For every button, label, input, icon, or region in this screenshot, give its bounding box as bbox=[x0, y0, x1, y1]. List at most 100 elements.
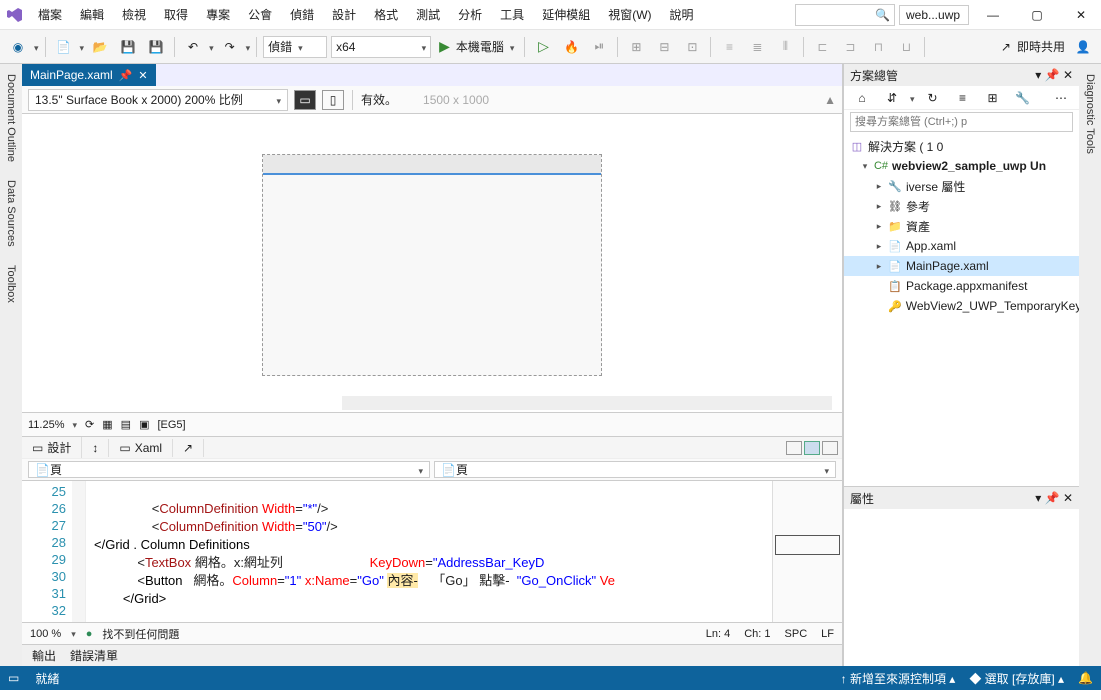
code-editor[interactable]: 2526272829303132 <ColumnDefinition Width… bbox=[22, 480, 842, 622]
minimap[interactable] bbox=[772, 481, 842, 622]
properties-header[interactable]: 屬性 ▾ 📌 ✕ bbox=[844, 487, 1079, 509]
close-panel-icon[interactable]: ✕ bbox=[1063, 491, 1073, 505]
solution-tree[interactable]: ◫解決方案 ( 1 0 ▾C#webview2_sample_uwp Un ▸🔧… bbox=[844, 134, 1079, 486]
chevron-right-icon[interactable]: ▸ bbox=[874, 181, 884, 192]
chevron-right-icon[interactable]: ▸ bbox=[874, 241, 884, 252]
layout-horizontal-button[interactable] bbox=[804, 441, 820, 455]
nav-left-dropdown[interactable]: 📄 頁 bbox=[28, 461, 430, 478]
grid-b-icon[interactable]: ▤ bbox=[121, 418, 131, 431]
menu-help[interactable]: 說明 bbox=[662, 2, 702, 27]
align-c-button[interactable]: ⫴ bbox=[773, 35, 797, 59]
minimap-viewport[interactable] bbox=[775, 535, 840, 555]
document-tab-mainpage[interactable]: MainPage.xaml 📌 ✕ bbox=[22, 64, 156, 86]
sync-icon[interactable]: ⇵ bbox=[880, 86, 904, 110]
device-dropdown[interactable]: 13.5" Surface Book x 2000) 200% 比例 bbox=[28, 89, 288, 111]
canvas-hscrollbar[interactable] bbox=[342, 396, 832, 410]
menu-edit[interactable]: 編輯 bbox=[72, 2, 112, 27]
chevron-down-icon[interactable]: ▾ bbox=[860, 161, 870, 172]
design-canvas[interactable] bbox=[22, 114, 842, 412]
layout-d-button[interactable]: ⊔ bbox=[894, 35, 918, 59]
add-source-control-button[interactable]: ↑ 新增至來源控制項 ▴ bbox=[841, 670, 956, 687]
ch-label[interactable]: Ch: 1 bbox=[744, 628, 770, 640]
select-repo-button[interactable]: ◆ 選取 [存放庫] ▴ bbox=[969, 670, 1064, 687]
live-share-button[interactable]: 即時共用 bbox=[1017, 38, 1065, 55]
tool-c-button[interactable]: ⊡ bbox=[680, 35, 704, 59]
menu-window[interactable]: 視窗(W) bbox=[600, 2, 659, 27]
dropdown-icon[interactable]: ▾ bbox=[1035, 68, 1041, 82]
tree-project[interactable]: ▾C#webview2_sample_uwp Un bbox=[844, 156, 1079, 176]
spc-label[interactable]: SPC bbox=[785, 628, 808, 640]
menu-project[interactable]: 專案 bbox=[198, 2, 238, 27]
nav-back-button[interactable]: ◉ bbox=[6, 35, 30, 59]
platform-select[interactable]: x64 bbox=[331, 36, 431, 58]
design-tab[interactable]: ▭ 設計 bbox=[22, 437, 82, 458]
save-all-button[interactable]: 💾 bbox=[144, 35, 168, 59]
menu-debug[interactable]: 偵錯 bbox=[282, 2, 322, 27]
hot-reload-button[interactable]: 🔥 bbox=[559, 35, 583, 59]
new-item-button[interactable]: 📄 bbox=[52, 35, 76, 59]
new-item-dropdown[interactable] bbox=[80, 40, 85, 54]
grid-a-icon[interactable]: ▦ bbox=[102, 418, 112, 431]
zoom-value[interactable]: 11.25% bbox=[28, 419, 65, 431]
quick-search[interactable]: 🔍 bbox=[795, 4, 895, 26]
undo-button[interactable]: ↶ bbox=[181, 35, 205, 59]
tree-item-assets[interactable]: ▸📁資產 bbox=[844, 216, 1079, 236]
start-debug-button[interactable]: ▶本機電腦 bbox=[435, 36, 518, 58]
show-all-icon[interactable]: ⊞ bbox=[981, 86, 1005, 110]
scroll-up-button[interactable]: ▲ bbox=[824, 93, 836, 107]
open-button[interactable]: 📂 bbox=[88, 35, 112, 59]
close-button[interactable]: ✕ bbox=[1061, 0, 1101, 30]
swap-panes-button[interactable]: ↕ bbox=[82, 439, 109, 457]
layout-a-button[interactable]: ⊏ bbox=[810, 35, 834, 59]
popout-button[interactable]: ↗ bbox=[173, 439, 204, 457]
solution-search-input[interactable] bbox=[850, 112, 1073, 132]
pin-icon[interactable]: 📌 bbox=[1045, 68, 1060, 82]
project-name-label[interactable]: web...uwp bbox=[899, 5, 969, 25]
tree-item-key[interactable]: 🔑WebView2_UWP_TemporaryKey bbox=[844, 296, 1079, 316]
tree-solution-root[interactable]: ◫解決方案 ( 1 0 bbox=[844, 136, 1079, 156]
close-panel-icon[interactable]: ✕ bbox=[1063, 68, 1073, 82]
close-tab-icon[interactable]: ✕ bbox=[138, 69, 147, 82]
config-select[interactable]: 偵錯 bbox=[263, 36, 327, 58]
home-icon[interactable]: ⌂ bbox=[850, 86, 874, 110]
menu-test[interactable]: 測試 bbox=[408, 2, 448, 27]
menu-design[interactable]: 設計 bbox=[324, 2, 364, 27]
nav-back-dropdown[interactable] bbox=[34, 40, 39, 54]
redo-dropdown[interactable] bbox=[246, 40, 251, 54]
redo-button[interactable]: ↷ bbox=[218, 35, 242, 59]
refresh-icon[interactable]: ↻ bbox=[921, 86, 945, 110]
error-list-tab[interactable]: 錯誤清單 bbox=[70, 647, 118, 664]
menu-tools[interactable]: 工具 bbox=[492, 2, 532, 27]
tree-item-references[interactable]: ▸⛓參考 bbox=[844, 196, 1079, 216]
menu-format[interactable]: 格式 bbox=[366, 2, 406, 27]
pin-icon[interactable]: 📌 bbox=[1045, 491, 1060, 505]
solution-explorer-header[interactable]: 方案總管 ▾ 📌 ✕ bbox=[844, 64, 1079, 86]
minimize-button[interactable]: — bbox=[973, 0, 1013, 30]
toolbox-tab[interactable]: Toolbox bbox=[3, 261, 19, 307]
admin-icon[interactable]: 👤 bbox=[1071, 35, 1095, 59]
snap-icon[interactable]: ▣ bbox=[139, 418, 149, 431]
stop-button[interactable]: ⏯ bbox=[587, 35, 611, 59]
layout-c-button[interactable]: ⊓ bbox=[866, 35, 890, 59]
xaml-tab[interactable]: ▭ Xaml bbox=[109, 439, 173, 457]
diagnostic-tools-tab[interactable]: Diagnostic Tools bbox=[1082, 70, 1098, 158]
chevron-right-icon[interactable]: ▸ bbox=[874, 261, 884, 272]
data-sources-tab[interactable]: Data Sources bbox=[3, 176, 19, 251]
ln-label[interactable]: Ln: 4 bbox=[706, 628, 730, 640]
refresh-icon[interactable]: ⟳ bbox=[85, 418, 94, 431]
align-b-button[interactable]: ≣ bbox=[745, 35, 769, 59]
tree-item-manifest[interactable]: 📋Package.appxmanifest bbox=[844, 276, 1079, 296]
document-outline-tab[interactable]: Document Outline bbox=[3, 70, 19, 166]
tree-item-properties[interactable]: ▸🔧iverse 屬性 bbox=[844, 176, 1079, 196]
undo-dropdown[interactable] bbox=[209, 40, 214, 54]
artboard[interactable] bbox=[262, 154, 602, 376]
menu-view[interactable]: 檢視 bbox=[114, 2, 154, 27]
tool-b-button[interactable]: ⊟ bbox=[652, 35, 676, 59]
code-content[interactable]: <ColumnDefinition Width="*"/> <ColumnDef… bbox=[86, 481, 772, 622]
tool-a-button[interactable]: ⊞ bbox=[624, 35, 648, 59]
orientation-landscape-button[interactable]: ▭ bbox=[294, 90, 316, 110]
layout-full-button[interactable] bbox=[822, 441, 838, 455]
editor-zoom[interactable]: 100 % bbox=[30, 628, 61, 640]
output-tab[interactable]: 輸出 bbox=[32, 647, 56, 664]
notifications-icon[interactable]: 🔔 bbox=[1078, 671, 1093, 685]
